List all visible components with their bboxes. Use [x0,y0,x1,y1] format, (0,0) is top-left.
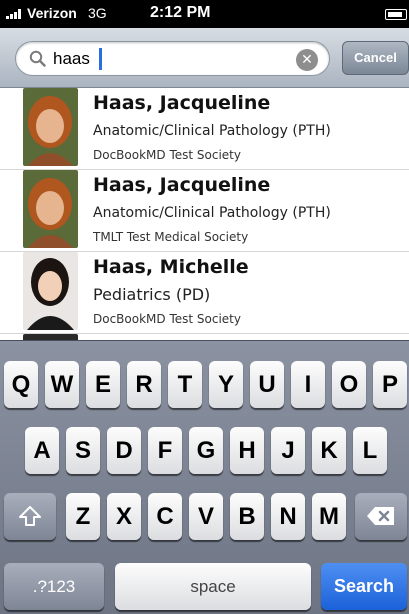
result-name: Haas, Jacqueline [93,92,271,114]
key-i[interactable]: I [291,361,325,408]
search-key[interactable]: Search [321,563,407,610]
key-p[interactable]: P [373,361,407,408]
result-society: DocBookMD Test Society [93,312,241,326]
shift-key[interactable] [4,493,56,540]
backspace-key[interactable] [355,493,407,540]
key-u[interactable]: U [250,361,284,408]
result-specialty: Anatomic/Clinical Pathology (PTH) [93,205,331,221]
signal-strength-icon [6,9,24,19]
space-key[interactable]: space [115,563,311,610]
key-g[interactable]: G [189,427,223,474]
shift-icon [19,506,41,526]
key-b[interactable]: B [230,493,264,540]
key-w[interactable]: W [45,361,79,408]
key-d[interactable]: D [107,427,141,474]
key-j[interactable]: J [271,427,305,474]
key-r[interactable]: R [127,361,161,408]
search-icon [29,50,46,67]
key-n[interactable]: N [271,493,305,540]
search-input[interactable] [53,45,293,73]
clear-icon[interactable]: ✕ [296,49,318,71]
network-type: 3G [88,5,107,21]
status-bar: Verizon 3G 2:12 PM [0,0,409,28]
result-society: DocBookMD Test Society [93,148,241,162]
key-z[interactable]: Z [66,493,100,540]
key-v[interactable]: V [189,493,223,540]
key-s[interactable]: S [66,427,100,474]
key-e[interactable]: E [86,361,120,408]
avatar [23,252,78,330]
keyboard: Q W E R T Y U I O P A S D F G H J K L Z … [0,340,409,614]
avatar [23,170,78,248]
numbers-key[interactable]: .?123 [4,563,104,610]
key-m[interactable]: M [312,493,346,540]
key-c[interactable]: C [148,493,182,540]
cancel-button[interactable]: Cancel [342,41,409,75]
list-item[interactable]: Haas, Jacqueline Anatomic/Clinical Patho… [0,88,409,170]
key-l[interactable]: L [353,427,387,474]
result-name: Haas, Michelle [93,256,249,278]
text-cursor [99,48,102,70]
key-a[interactable]: A [25,427,59,474]
carrier-name: Verizon [27,5,77,21]
key-x[interactable]: X [107,493,141,540]
result-specialty: Pediatrics (PD) [93,285,211,304]
result-name: Haas, Jacqueline [93,174,271,196]
clock: 2:12 PM [150,4,211,21]
result-society: TMLT Test Medical Society [93,230,249,244]
list-item[interactable]: Haas, Michelle Pediatrics (PD) DocBookMD… [0,252,409,334]
key-o[interactable]: O [332,361,366,408]
key-t[interactable]: T [168,361,202,408]
results-list: Haas, Jacqueline Anatomic/Clinical Patho… [0,88,409,340]
key-q[interactable]: Q [4,361,38,408]
avatar [23,88,78,166]
key-h[interactable]: H [230,427,264,474]
backspace-icon [367,507,394,525]
search-field[interactable]: ✕ [15,41,330,76]
result-specialty: Anatomic/Clinical Pathology (PTH) [93,123,331,139]
key-f[interactable]: F [148,427,182,474]
battery-icon [385,9,407,20]
list-item[interactable]: Haas, Jacqueline Anatomic/Clinical Patho… [0,170,409,252]
key-k[interactable]: K [312,427,346,474]
search-bar: ✕ Cancel [0,28,409,88]
key-y[interactable]: Y [209,361,243,408]
